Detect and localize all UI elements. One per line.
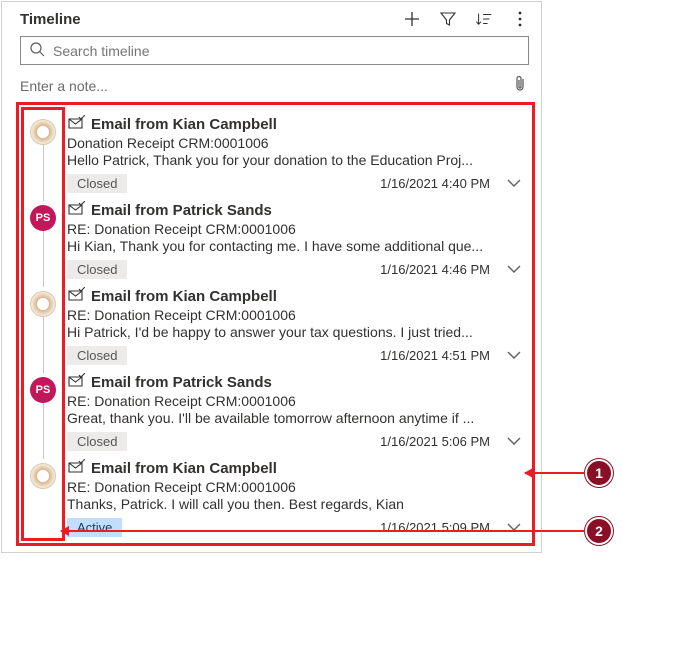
item-title-row: Email from Kian Campbell [67,115,522,134]
timeline-item[interactable]: Email from Kian Campbell RE: Donation Rec… [19,281,532,367]
email-icon [67,115,85,134]
item-title: Email from Kian Campbell [91,116,277,133]
item-title-row: Email from Patrick Sands [67,201,522,220]
search-input[interactable] [53,43,520,59]
item-subject: RE: Donation Receipt CRM:0001006 [67,221,522,237]
timeline-item[interactable]: Email from Kian Campbell Donation Receipt… [19,109,532,195]
chevron-down-icon[interactable] [506,262,522,278]
chevron-down-icon[interactable] [506,176,522,192]
item-title: Email from Patrick Sands [91,202,272,219]
annotation-arrow-1: 1 [525,459,613,487]
timeline-header: Timeline [2,2,541,32]
avatar-column: PS [19,201,67,279]
item-timestamp: 1/16/2021 4:40 PM [380,176,490,191]
email-icon [67,373,85,392]
item-title: Email from Patrick Sands [91,374,272,391]
item-content: Email from Patrick Sands RE: Donation Rec… [67,201,526,279]
note-row[interactable]: Enter a note... [2,73,541,102]
avatar [30,291,56,317]
item-title-row: Email from Kian Campbell [67,459,522,478]
timeline-connector [43,403,44,459]
item-content: Email from Kian Campbell RE: Donation Rec… [67,287,526,365]
item-content: Email from Kian Campbell Donation Receipt… [67,115,526,193]
item-preview: Great, thank you. I'll be available tomo… [67,410,517,426]
avatar-column [19,115,67,193]
status-badge: Closed [67,432,127,451]
annotation-main-box: Email from Kian Campbell Donation Receipt… [16,102,535,546]
chevron-down-icon[interactable] [506,348,522,364]
item-preview: Hi Patrick, I'd be happy to answer your … [67,324,517,340]
item-preview: Hi Kian, Thank you for contacting me. I … [67,238,517,254]
item-subject: RE: Donation Receipt CRM:0001006 [67,393,522,409]
more-icon[interactable] [511,10,529,28]
filter-icon[interactable] [439,10,457,28]
item-title: Email from Kian Campbell [91,288,277,305]
item-title: Email from Kian Campbell [91,460,277,477]
item-subject: RE: Donation Receipt CRM:0001006 [67,479,522,495]
item-preview: Thanks, Patrick. I will call you then. B… [67,496,517,512]
item-preview: Hello Patrick, Thank you for your donati… [67,152,517,168]
avatar: PS [30,377,56,403]
avatar [30,463,56,489]
item-footer: Closed 1/16/2021 4:51 PM [67,346,522,365]
status-badge: Closed [67,260,127,279]
item-footer: Closed 1/16/2021 4:46 PM [67,260,522,279]
avatar [30,119,56,145]
search-icon [29,41,45,60]
avatar-column: PS [19,373,67,451]
timeline-title: Timeline [20,11,403,28]
annotation-marker-2: 2 [585,517,613,545]
timeline-connector [43,317,44,373]
timeline-connector [43,231,44,287]
add-icon[interactable] [403,10,421,28]
item-subject: RE: Donation Receipt CRM:0001006 [67,307,522,323]
item-title-row: Email from Kian Campbell [67,287,522,306]
attachment-icon[interactable] [513,75,527,96]
email-icon [67,459,85,478]
timeline-panel: Timeline Enter a note... [1,1,542,553]
item-title-row: Email from Patrick Sands [67,373,522,392]
avatar-column [19,287,67,365]
header-actions [403,10,529,28]
note-placeholder: Enter a note... [20,78,513,94]
timeline-item[interactable]: PS Email from Patrick Sands RE: Donation R… [19,367,532,453]
item-subject: Donation Receipt CRM:0001006 [67,135,522,151]
item-timestamp: 1/16/2021 4:51 PM [380,348,490,363]
email-icon [67,201,85,220]
sort-icon[interactable] [475,10,493,28]
item-footer: Closed 1/16/2021 5:06 PM [67,432,522,451]
status-badge: Closed [67,346,127,365]
search-box[interactable] [20,36,529,65]
timeline-connector [43,145,44,201]
item-content: Email from Patrick Sands RE: Donation Rec… [67,373,526,451]
chevron-down-icon[interactable] [506,434,522,450]
status-badge: Closed [67,174,127,193]
email-icon [67,287,85,306]
item-timestamp: 1/16/2021 5:06 PM [380,434,490,449]
annotation-arrow-2: 2 [61,517,613,545]
item-footer: Closed 1/16/2021 4:40 PM [67,174,522,193]
annotation-marker-1: 1 [585,459,613,487]
item-timestamp: 1/16/2021 4:46 PM [380,262,490,277]
search-container [2,32,541,73]
timeline-item[interactable]: PS Email from Patrick Sands RE: Donation R… [19,195,532,281]
avatar: PS [30,205,56,231]
